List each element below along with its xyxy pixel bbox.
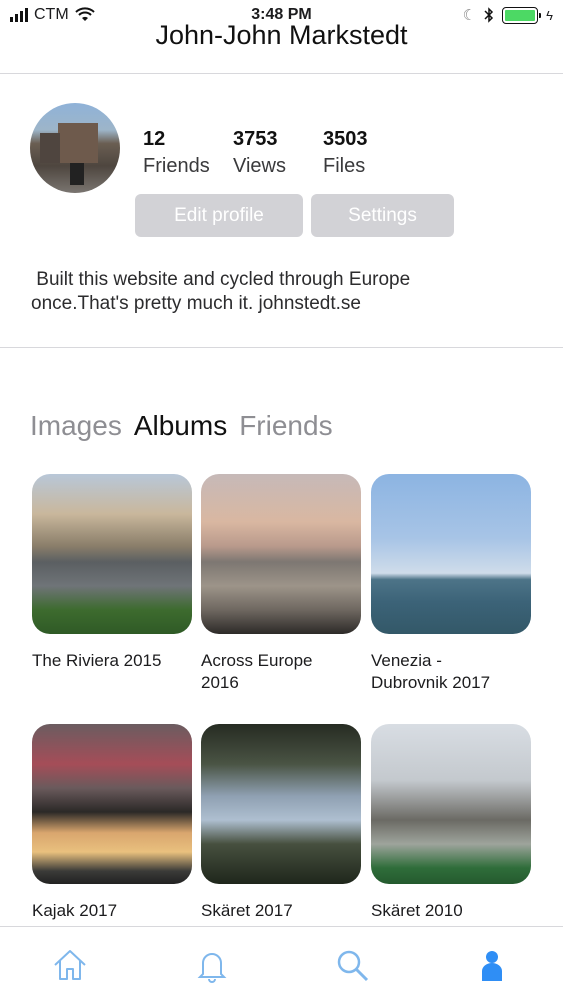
album-title-line: Skäret 2010 bbox=[371, 901, 463, 920]
album-title: Kajak 2017 bbox=[32, 900, 192, 922]
album-thumbnail[interactable] bbox=[371, 474, 531, 634]
stat-views-value: 3753 bbox=[233, 128, 278, 150]
stat-friends-value: 12 bbox=[143, 128, 166, 150]
profile-icon[interactable] bbox=[470, 943, 514, 987]
tab-albums[interactable]: Albums bbox=[134, 410, 227, 442]
album-thumbnail[interactable] bbox=[32, 724, 192, 884]
album-title: Venezia - Dubrovnik 2017 bbox=[371, 650, 531, 694]
album-thumbnail[interactable] bbox=[201, 474, 361, 634]
album-title-line: 2016 bbox=[201, 673, 239, 692]
page-title: John-John Markstedt bbox=[155, 20, 408, 50]
bio-line-1: Built this website and cycled through Eu… bbox=[31, 269, 411, 290]
content-tabs: Images Albums Friends bbox=[30, 410, 333, 442]
stat-files[interactable]: 3503 Files bbox=[323, 128, 368, 178]
album-title-line: Venezia - bbox=[371, 651, 442, 670]
edit-profile-button[interactable]: Edit profile bbox=[135, 194, 303, 237]
stat-files-value: 3503 bbox=[323, 128, 368, 150]
search-icon[interactable] bbox=[330, 943, 374, 987]
album-title: Skäret 2017 bbox=[201, 900, 361, 922]
stat-friends[interactable]: 12 Friends bbox=[143, 128, 210, 178]
album-title-line: Across Europe bbox=[201, 651, 313, 670]
album-title-line: Kajak 2017 bbox=[32, 901, 118, 920]
bio-line-2: once.That's pretty much it. johnstedt.se bbox=[31, 293, 361, 314]
header-divider bbox=[0, 73, 563, 74]
album-card[interactable]: Across Europe 2016 bbox=[201, 474, 361, 694]
album-card[interactable]: The Riviera 2015 bbox=[32, 474, 192, 672]
tab-images[interactable]: Images bbox=[30, 410, 122, 442]
tab-friends[interactable]: Friends bbox=[239, 410, 332, 442]
settings-button[interactable]: Settings bbox=[311, 194, 454, 237]
album-card[interactable]: Venezia - Dubrovnik 2017 bbox=[371, 474, 531, 694]
album-thumbnail[interactable] bbox=[32, 474, 192, 634]
album-title-line: Dubrovnik 2017 bbox=[371, 673, 491, 692]
album-title-line: The Riviera 2015 bbox=[32, 651, 162, 670]
bell-icon[interactable] bbox=[190, 943, 234, 987]
stat-friends-label: Friends bbox=[143, 155, 210, 177]
avatar[interactable] bbox=[30, 103, 120, 193]
album-card[interactable]: Skäret 2017 bbox=[201, 724, 361, 922]
album-thumbnail[interactable] bbox=[201, 724, 361, 884]
stat-files-label: Files bbox=[323, 155, 366, 177]
album-title: The Riviera 2015 bbox=[32, 650, 192, 672]
profile-bio: Built this website and cycled through Eu… bbox=[31, 268, 521, 316]
stat-views-label: Views bbox=[233, 155, 286, 177]
album-title: Across Europe 2016 bbox=[201, 650, 361, 694]
album-card[interactable]: Skäret 2010 bbox=[371, 724, 531, 922]
album-title: Skäret 2010 bbox=[371, 900, 531, 922]
album-card[interactable]: Kajak 2017 bbox=[32, 724, 192, 922]
album-title-line: Skäret 2017 bbox=[201, 901, 293, 920]
profile-divider bbox=[0, 347, 563, 348]
bottom-tab-bar bbox=[0, 926, 563, 1000]
album-thumbnail[interactable] bbox=[371, 724, 531, 884]
stat-views[interactable]: 3753 Views bbox=[233, 128, 286, 178]
home-icon[interactable] bbox=[48, 943, 92, 987]
